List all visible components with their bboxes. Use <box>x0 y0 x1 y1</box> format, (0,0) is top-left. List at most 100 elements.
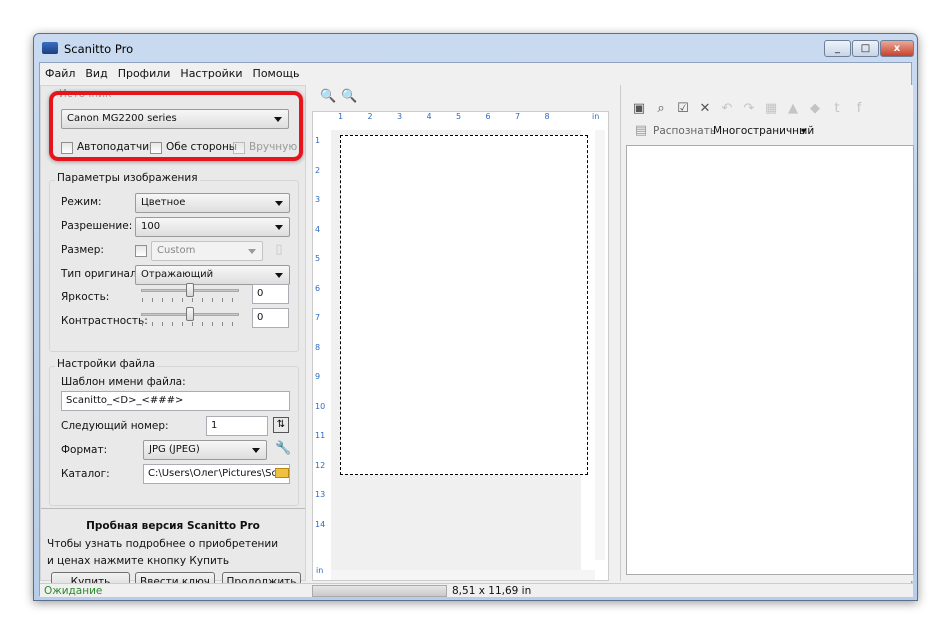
horizontal-ruler: 1 2 3 4 5 6 7 8 <box>338 112 578 126</box>
resolution-label: Разрешение: <box>61 220 133 232</box>
resolution-select[interactable]: 100 <box>135 217 290 237</box>
menu-settings[interactable]: Настройки <box>180 67 242 80</box>
page-mode-dropdown-icon[interactable]: ▾ <box>801 125 806 137</box>
ruler-v-label: 13 <box>315 490 326 499</box>
brightness-input[interactable]: 0 <box>252 284 289 304</box>
ruler-unit-h: in <box>592 112 600 121</box>
dropbox-icon[interactable]: ◆ <box>807 101 823 117</box>
ruler-unit-v: in <box>316 566 324 575</box>
zoom-in-icon[interactable]: 🔍 <box>320 89 336 105</box>
redo-icon[interactable]: ↷ <box>741 101 757 117</box>
window-title: Scanitto Pro <box>64 42 134 56</box>
mode-select[interactable]: Цветное <box>135 193 290 213</box>
divider <box>41 508 305 509</box>
preview-area: 12345678 in 1 2 3 4 5 6 7 8 9 10 11 12 13 14 in <box>312 111 609 581</box>
folder-input[interactable]: C:\Users\Олег\Pictures\Scanitto <box>143 464 290 484</box>
add-page-icon[interactable]: ▣ <box>631 101 647 117</box>
ruler-v-label: 4 <box>315 224 321 234</box>
ruler-v-label: 6 <box>315 283 321 293</box>
ruler-v-label: 12 <box>315 460 326 470</box>
ruler-h-label: 5 <box>456 112 462 121</box>
menu-file[interactable]: Файл <box>45 67 75 80</box>
status-bar: Ожидание 8,51 x 11,69 in <box>40 583 913 597</box>
ruler-h-label: 1 <box>338 112 344 121</box>
recognize-button[interactable]: Распознать <box>653 125 716 137</box>
menu-profiles[interactable]: Профили <box>118 67 171 80</box>
ruler-v-label: 7 <box>315 313 321 322</box>
format-select[interactable]: JPG (JPEG) <box>143 440 267 460</box>
progress-bar <box>312 585 447 597</box>
next-number-input[interactable]: 1 <box>206 416 268 436</box>
contrast-input[interactable]: 0 <box>252 308 289 328</box>
zoom-out-icon[interactable]: 🔍 <box>341 89 357 105</box>
ruler-v-label: 9 <box>315 372 321 381</box>
output-panel: ▣ ⌕ ☑ ✕ ↶ ↷ ▦ ▲ ◆ t f ▤ Распознать Много… <box>620 85 914 581</box>
client-area: Файл Вид Профили Настройки Помощь Источн… <box>39 62 914 597</box>
counter-reset-icon[interactable]: ⇅ <box>273 417 289 433</box>
mode-label: Режим: <box>61 196 102 208</box>
trial-title: Пробная версия Scanitto Pro <box>86 520 260 532</box>
contrast-ticks <box>142 322 239 326</box>
vertical-scrollbar[interactable] <box>595 130 605 560</box>
menu-help[interactable]: Помощь <box>253 67 300 80</box>
app-icon <box>42 42 58 54</box>
size-label: Размер: <box>61 244 104 256</box>
horizontal-scrollbar[interactable] <box>331 570 595 580</box>
ruler-v-label: 11 <box>315 431 326 440</box>
ruler-v-label: 8 <box>315 342 321 352</box>
page-size-readout: 8,51 x 11,69 in <box>452 585 532 597</box>
brightness-ticks <box>142 298 239 302</box>
size-select[interactable]: Custom <box>151 241 263 261</box>
template-input[interactable]: Scanitto_<D>_<###> <box>61 391 290 411</box>
ruler-v-label: 5 <box>315 254 321 263</box>
scan-area-selection[interactable] <box>340 135 588 475</box>
twitter-icon[interactable]: t <box>829 101 845 117</box>
format-label: Формат: <box>61 444 108 456</box>
highlight-frame <box>49 91 303 161</box>
delete-icon[interactable]: ✕ <box>697 101 713 117</box>
close-button[interactable]: x <box>880 40 914 57</box>
original-type-select[interactable]: Отражающий <box>135 265 290 285</box>
maximize-button[interactable]: □ <box>852 40 879 57</box>
wrench-icon[interactable]: 🔧 <box>275 441 291 457</box>
ruler-v-label: 14 <box>315 519 326 529</box>
undo-icon[interactable]: ↶ <box>719 101 735 117</box>
status-text: Ожидание <box>44 585 103 597</box>
settings-panel: Источник Canon MG2200 series Автоподатчи… <box>40 85 306 593</box>
ruler-h-label: 4 <box>426 112 432 121</box>
contrast-thumb[interactable] <box>186 307 194 321</box>
ruler-h-label: 8 <box>544 112 550 121</box>
template-label: Шаблон имени файла: <box>61 376 186 388</box>
minimize-button[interactable]: _ <box>824 40 851 57</box>
brightness-thumb[interactable] <box>186 283 194 297</box>
trial-text-2: и ценах нажмите кнопку Купить <box>47 555 230 567</box>
folder-icon[interactable] <box>275 468 289 478</box>
crop-icon[interactable]: ▦ <box>763 101 779 117</box>
zoom-page-icon[interactable]: ⌕ <box>653 101 669 117</box>
menu-bar: Файл Вид Профили Настройки Помощь <box>45 67 299 80</box>
recognize-icon: ▤ <box>634 123 648 138</box>
folder-label: Каталог: <box>61 468 110 480</box>
menu-view[interactable]: Вид <box>85 67 107 80</box>
page-list[interactable] <box>626 145 914 575</box>
ruler-h-label: 3 <box>397 112 403 121</box>
ruler-h-label: 7 <box>515 112 521 121</box>
google-drive-icon[interactable]: ▲ <box>785 101 801 117</box>
size-checkbox[interactable] <box>135 245 147 257</box>
ruler-v-label: 10 <box>315 401 326 411</box>
app-window: Scanitto Pro _ □ x Файл Вид Профили Наст… <box>33 33 918 601</box>
output-toolbar: ▣ ⌕ ☑ ✕ ↶ ↷ ▦ ▲ ◆ t f <box>631 101 867 117</box>
contrast-label: Контрастность: <box>61 315 148 327</box>
edit-page-icon[interactable]: ☑ <box>675 101 691 117</box>
original-type-label: Тип оригинала: <box>61 268 147 280</box>
ruler-v-label: 2 <box>315 165 321 175</box>
file-settings-label: Настройки файла <box>55 358 158 370</box>
page-mode-select[interactable]: Многостраничный <box>713 125 814 137</box>
brightness-label: Яркость: <box>61 291 110 303</box>
page-size-icon[interactable]: ▯ <box>271 242 287 258</box>
image-settings-label: Параметры изображения <box>55 172 200 184</box>
facebook-icon[interactable]: f <box>851 101 867 117</box>
next-number-label: Следующий номер: <box>61 420 169 432</box>
ruler-v-label: 1 <box>315 136 321 145</box>
ruler-h-label: 2 <box>367 112 373 121</box>
